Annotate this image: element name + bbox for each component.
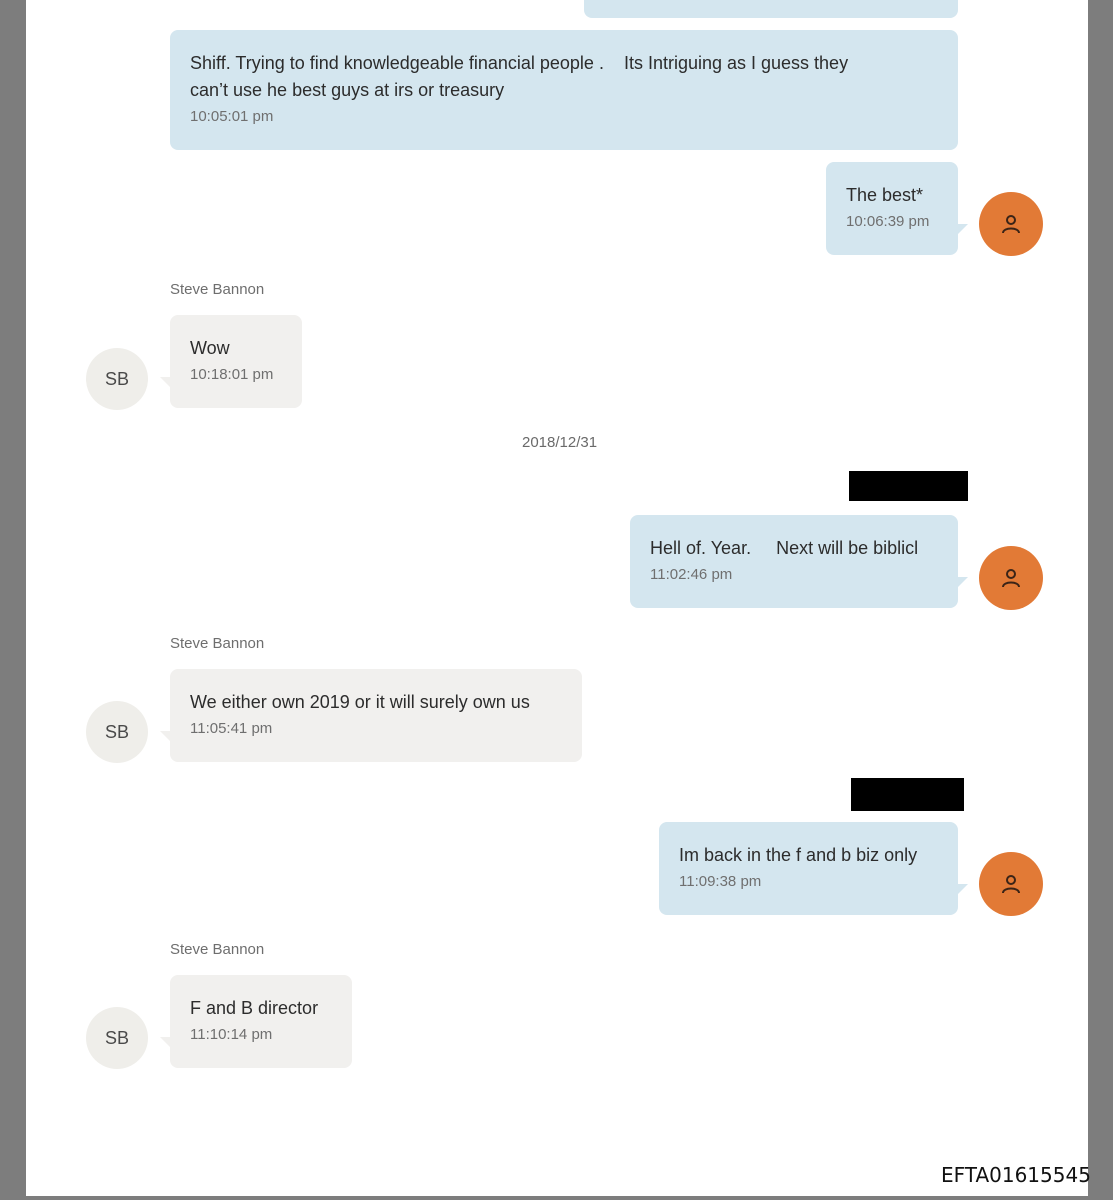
date-separator: 2018/12/31 <box>522 434 598 451</box>
sender-avatar: SB <box>86 701 148 763</box>
message-text: Hell of. Year. Next will be biblicl <box>650 538 919 558</box>
person-icon <box>1002 875 1020 894</box>
sender-avatar: SB <box>86 348 148 410</box>
message-timestamp: 11:09:38 pm <box>679 873 762 890</box>
message-text: F and B director <box>190 998 319 1018</box>
user-avatar <box>979 546 1043 610</box>
redaction-bar <box>849 471 968 501</box>
sender-name: Steve Bannon <box>170 635 265 652</box>
message-text: Im back in the f and b biz only <box>679 845 918 865</box>
message-timestamp: 10:06:39 pm <box>846 213 930 230</box>
message-timestamp: 11:05:41 pm <box>190 720 273 737</box>
person-icon <box>1002 215 1020 234</box>
sender-name: Steve Bannon <box>170 281 265 298</box>
message-bubble-incoming: Wow 10:18:01 pm <box>160 315 302 408</box>
person-icon <box>1002 569 1020 588</box>
message-text: The best* <box>846 185 924 205</box>
message-bubble-outgoing: Im back in the f and b biz only 11:09:38… <box>659 822 968 915</box>
message-bubble-incoming: We either own 2019 or it will surely own… <box>160 669 582 762</box>
message-text: Shiff. Trying to find knowledgeable fina… <box>190 53 849 100</box>
message-timestamp: 10:05:01 pm <box>190 108 274 125</box>
message-bubble-outgoing: Shiff. Trying to find knowledgeable fina… <box>170 30 958 150</box>
message-bubble-outgoing: Hell of. Year. Next will be biblicl 11:0… <box>630 515 968 608</box>
message-timestamp: 11:10:14 pm <box>190 1026 273 1043</box>
message-text: Wow <box>190 338 230 358</box>
message-bubble-outgoing: The best* 10:06:39 pm <box>826 162 968 255</box>
message-bubble-outgoing-partial <box>584 0 958 18</box>
sender-name: Steve Bannon <box>170 941 265 958</box>
redaction-bar <box>851 778 964 811</box>
sender-avatar: SB <box>86 1007 148 1069</box>
user-avatar <box>979 852 1043 916</box>
message-timestamp: 11:02:46 pm <box>650 566 733 583</box>
user-avatar <box>979 192 1043 256</box>
document-id: EFTA01615545 <box>941 1163 1091 1187</box>
message-bubble-incoming: F and B director 11:10:14 pm <box>160 975 352 1068</box>
document-page: Shiff. Trying to find knowledgeable fina… <box>26 0 1091 1196</box>
message-text: We either own 2019 or it will surely own… <box>190 692 530 712</box>
message-timestamp: 10:18:01 pm <box>190 366 274 383</box>
